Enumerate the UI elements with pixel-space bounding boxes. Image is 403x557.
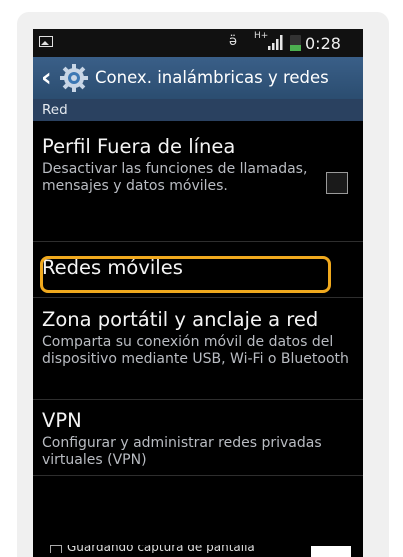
battery-icon <box>290 35 301 51</box>
action-bar: ‹ Conex. inalámbricas y redes <box>33 57 363 99</box>
list-item-offline-profile[interactable]: Perfil Fuera de línea Desactivar las fun… <box>42 135 322 195</box>
item-subtitle: Configurar y administrar redes privadas … <box>42 435 322 468</box>
divider <box>33 241 363 242</box>
toast-text: Guardando captura de pantalla <box>67 545 255 553</box>
item-title: VPN <box>42 409 82 432</box>
divider <box>33 297 363 298</box>
screenshot-toast: Guardando captura de pantalla <box>50 545 350 553</box>
item-title: Perfil Fuera de línea <box>42 135 236 158</box>
divider <box>33 399 363 400</box>
toast-checkbox-icon <box>50 545 62 553</box>
settings-gear-icon[interactable] <box>59 63 89 93</box>
divider <box>33 475 363 476</box>
edge-bar <box>311 546 351 557</box>
status-bar: ӛ H+ 0:28 <box>33 29 363 57</box>
item-title: Zona portátil y anclaje a red <box>42 308 319 331</box>
list-item-hotspot-tethering[interactable]: Zona portátil y anclaje a red Comparta s… <box>42 308 360 368</box>
item-subtitle: Desactivar las funciones de llamadas, me… <box>42 161 308 194</box>
item-subtitle: Comparta su conexión móvil de datos del … <box>42 334 349 367</box>
phone-screen: ӛ H+ 0:28 ‹ Conex. inalámbricas y redes … <box>33 29 363 557</box>
gallery-icon <box>39 36 53 47</box>
chevron-left-icon[interactable]: ‹ <box>41 63 52 93</box>
signal-icon <box>268 35 283 50</box>
offline-profile-checkbox[interactable] <box>326 172 348 194</box>
eye-icon: ӛ <box>229 34 237 49</box>
status-time: 0:28 <box>305 34 341 53</box>
highlight-box <box>40 256 331 293</box>
section-header-red: Red <box>33 99 363 121</box>
page-title: Conex. inalámbricas y redes <box>95 68 329 87</box>
list-item-vpn[interactable]: VPN Configurar y administrar redes priva… <box>42 409 342 469</box>
